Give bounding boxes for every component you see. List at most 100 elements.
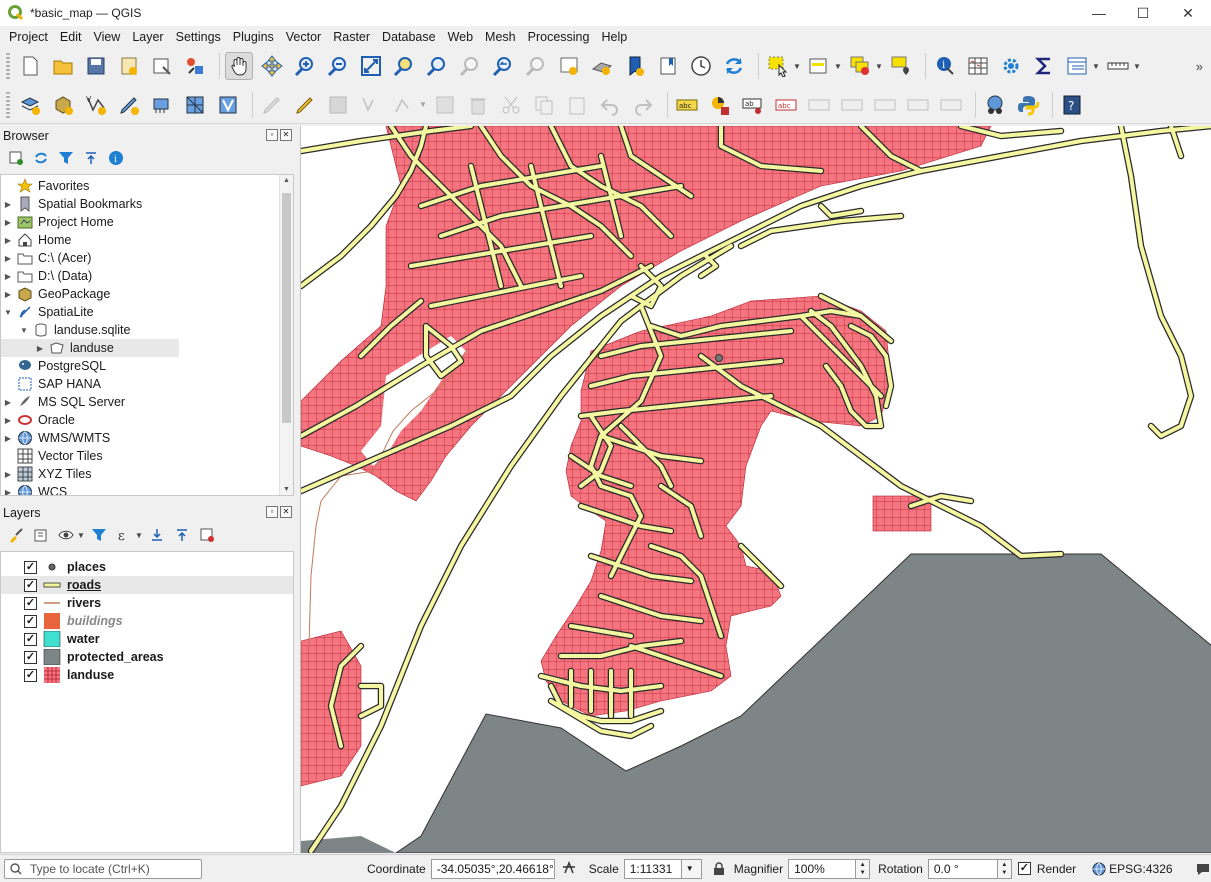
new-map-view-button[interactable] [555, 52, 583, 80]
filter-expression-button[interactable]: ε [114, 525, 134, 545]
zoom-full-button[interactable] [357, 52, 385, 80]
chevron-down-icon[interactable]: ▼ [1133, 62, 1141, 71]
chevron-down-icon[interactable]: ▼ [875, 62, 883, 71]
help-button[interactable]: ? [1058, 91, 1086, 119]
close-panel-icon[interactable]: ✕ [280, 506, 292, 518]
layer-item-places[interactable]: ✓ places [1, 558, 293, 576]
chevron-right-icon[interactable]: ▶ [3, 236, 13, 245]
vertex-tool-button[interactable] [390, 91, 418, 119]
close-panel-icon[interactable]: ✕ [280, 129, 292, 141]
new-virtual-layer-button[interactable] [148, 91, 176, 119]
zoom-in-button[interactable] [291, 52, 319, 80]
scale-dropdown[interactable]: ▼ [681, 858, 702, 879]
filter-browser-button[interactable] [56, 148, 76, 168]
toolbar-grip[interactable] [6, 91, 10, 118]
pan-to-selection-button[interactable] [258, 52, 286, 80]
add-group-button[interactable] [31, 525, 51, 545]
select-by-value-button[interactable] [805, 52, 833, 80]
pan-map-button[interactable] [225, 52, 253, 80]
browser-item-xyz-tiles[interactable]: ▶ XYZ Tiles [1, 465, 92, 483]
add-layer-button[interactable] [6, 148, 26, 168]
menu-database[interactable]: Database [376, 30, 442, 44]
zoom-next-button[interactable] [522, 52, 550, 80]
rotate-label-button[interactable] [871, 91, 899, 119]
style-manager-button[interactable] [181, 52, 209, 80]
styling-panel-button[interactable] [6, 525, 26, 545]
change-label-button[interactable] [904, 91, 932, 119]
select-by-location-button[interactable] [887, 52, 915, 80]
menu-help[interactable]: Help [595, 30, 633, 44]
menu-processing[interactable]: Processing [522, 30, 596, 44]
map-canvas[interactable] [300, 126, 1211, 853]
scale-field[interactable]: 1:11331 [623, 858, 682, 879]
menu-raster[interactable]: Raster [327, 30, 376, 44]
rotation-spinner[interactable]: ▲ ▼ [997, 858, 1012, 879]
layer-labeling-button[interactable]: abc [673, 91, 701, 119]
zoom-native-button[interactable] [456, 52, 484, 80]
modify-attributes-button[interactable] [431, 91, 459, 119]
menu-vector[interactable]: Vector [280, 30, 327, 44]
browser-item-landuse[interactable]: ▶ landuse [1, 339, 179, 357]
chevron-right-icon[interactable]: ▶ [35, 344, 45, 353]
select-features-button[interactable] [764, 52, 792, 80]
chevron-right-icon[interactable]: ▶ [3, 434, 13, 443]
browser-item-project-home[interactable]: ▶ Project Home [1, 213, 114, 231]
cut-features-button[interactable] [497, 91, 525, 119]
statistics-button[interactable] [1030, 52, 1058, 80]
new-project-button[interactable] [16, 52, 44, 80]
move-label-button[interactable] [838, 91, 866, 119]
layer-item-water[interactable]: ✓ water [1, 630, 293, 648]
chevron-down-icon[interactable]: ▼ [419, 100, 427, 109]
chevron-right-icon[interactable]: ▶ [3, 290, 13, 299]
digitize-vertex-button[interactable] [214, 91, 242, 119]
pin-unpin-labels-button[interactable]: abc [772, 91, 800, 119]
messages-icon[interactable] [1195, 861, 1211, 877]
layer-item-buildings[interactable]: ✓ buildings [1, 612, 293, 630]
chevron-right-icon[interactable]: ▶ [3, 488, 13, 496]
save-as-button[interactable] [115, 52, 143, 80]
chevron-down-icon[interactable]: ▼ [3, 308, 13, 317]
delete-selected-button[interactable] [464, 91, 492, 119]
browser-item-c-acer[interactable]: ▶ C:\ (Acer) [1, 249, 92, 267]
menu-project[interactable]: Project [3, 30, 54, 44]
crs-label[interactable]: EPSG:4326 [1109, 862, 1172, 876]
layer-item-protected-areas[interactable]: ✓ protected_areas [1, 648, 293, 666]
browser-item-spatial-bookmarks[interactable]: ▶ Spatial Bookmarks [1, 195, 142, 213]
new-shapefile-layer-button[interactable]: V [82, 91, 110, 119]
chevron-down-icon[interactable]: ▼ [77, 531, 85, 540]
chevron-down-icon[interactable]: ▼ [793, 62, 801, 71]
deselect-button[interactable] [846, 52, 874, 80]
layer-visibility-checkbox[interactable]: ✓ [24, 596, 37, 610]
menu-mesh[interactable]: Mesh [479, 30, 522, 44]
rotation-field[interactable]: 0.0 ° [927, 858, 998, 879]
menu-layer[interactable]: Layer [126, 30, 169, 44]
layer-item-rivers[interactable]: ✓ rivers [1, 594, 293, 612]
copy-features-button[interactable] [530, 91, 558, 119]
toolbox-button[interactable] [997, 52, 1025, 80]
browser-item-geopackage[interactable]: ▶ GeoPackage [1, 285, 110, 303]
refresh-button[interactable] [720, 52, 748, 80]
new-geopackage-layer-button[interactable] [49, 91, 77, 119]
layer-item-landuse[interactable]: ✓ landuse [1, 666, 293, 684]
properties-button[interactable]: i [106, 148, 126, 168]
zoom-to-layer-button[interactable] [423, 52, 451, 80]
float-panel-icon[interactable]: ▫ [266, 506, 278, 518]
chevron-down-icon[interactable]: ▼ [1092, 62, 1100, 71]
undo-button[interactable] [596, 91, 624, 119]
layer-visibility-checkbox[interactable]: ✓ [24, 668, 37, 682]
expand-all-button[interactable] [147, 525, 167, 545]
zoom-last-button[interactable] [489, 52, 517, 80]
new-mesh-layer-button[interactable] [181, 91, 209, 119]
browser-item-d-data[interactable]: ▶ D:\ (Data) [1, 267, 92, 285]
data-source-manager-button[interactable] [16, 91, 44, 119]
browser-item-postgresql[interactable]: PostgreSQL [1, 357, 106, 375]
toolbar-grip[interactable] [6, 53, 10, 79]
browser-item-home[interactable]: ▶ Home [1, 231, 71, 249]
coordinate-field[interactable]: -34.05035°,20.46618° [430, 858, 555, 879]
remove-layer-button[interactable] [197, 525, 217, 545]
browser-item-spatialite[interactable]: ▼ SpatiaLite [1, 303, 94, 321]
menu-view[interactable]: View [87, 30, 126, 44]
measure-button[interactable] [1104, 52, 1132, 80]
browser-item-landuse-sqlite[interactable]: ▼ landuse.sqlite [1, 321, 130, 339]
toolbar-overflow-icon[interactable]: » [1196, 59, 1203, 74]
